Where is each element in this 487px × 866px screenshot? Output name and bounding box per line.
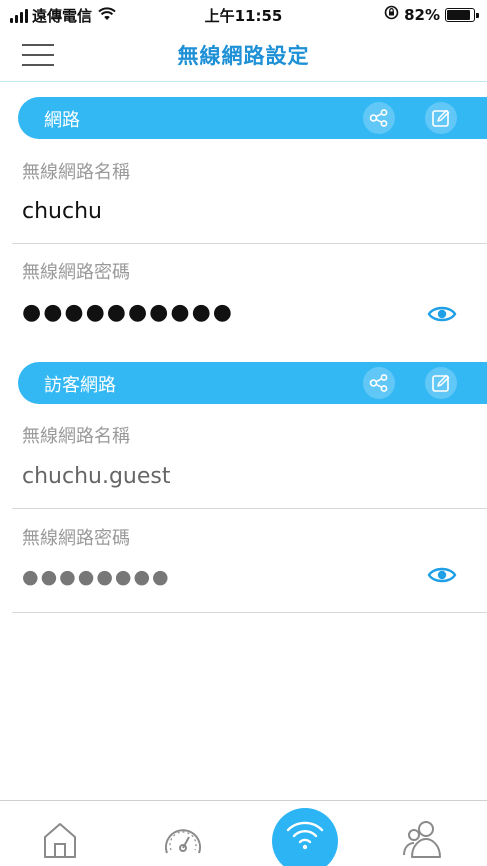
battery-percent: 82% [404, 5, 440, 24]
ssid-label: 無線網路名稱 [22, 162, 130, 183]
page-title: 無線網路設定 [177, 44, 310, 68]
section-title: 訪客網路 [44, 375, 116, 396]
battery-icon [445, 7, 479, 22]
divider [12, 612, 487, 613]
edit-icon[interactable] [425, 367, 457, 399]
users-icon[interactable] [400, 817, 448, 865]
ssid-value: chuchu [22, 199, 102, 224]
eye-icon[interactable] [426, 302, 458, 326]
divider [12, 243, 487, 244]
guest-ssid-label: 無線網路名稱 [22, 426, 130, 447]
speedometer-icon[interactable] [160, 817, 208, 865]
guest-password-label: 無線網路密碼 [22, 528, 130, 549]
status-bar: 遠傳電信 上午11:55 82% [0, 0, 487, 28]
guest-password-value: ●●●●●●●● [22, 566, 171, 588]
battery-fill [447, 9, 470, 20]
password-label: 無線網路密碼 [22, 262, 130, 283]
password-value: ●●●●●●●●●● [22, 300, 234, 325]
section-header-network: 網路 [18, 97, 487, 139]
section-title: 網路 [44, 110, 80, 131]
guest-ssid-value: chuchu.guest [22, 464, 171, 489]
share-icon[interactable] [363, 367, 395, 399]
share-icon[interactable] [363, 102, 395, 134]
edit-icon[interactable] [425, 102, 457, 134]
eye-icon[interactable] [426, 563, 458, 587]
section-header-guest-network: 訪客網路 [18, 362, 487, 404]
divider [12, 508, 487, 509]
rotation-lock-icon [384, 5, 399, 24]
nav-bar: 無線網路設定 [0, 28, 487, 82]
home-icon[interactable] [40, 817, 88, 865]
wifi-icon[interactable] [272, 808, 338, 866]
bottom-tab-bar [0, 800, 487, 866]
status-right: 82% [384, 5, 479, 24]
